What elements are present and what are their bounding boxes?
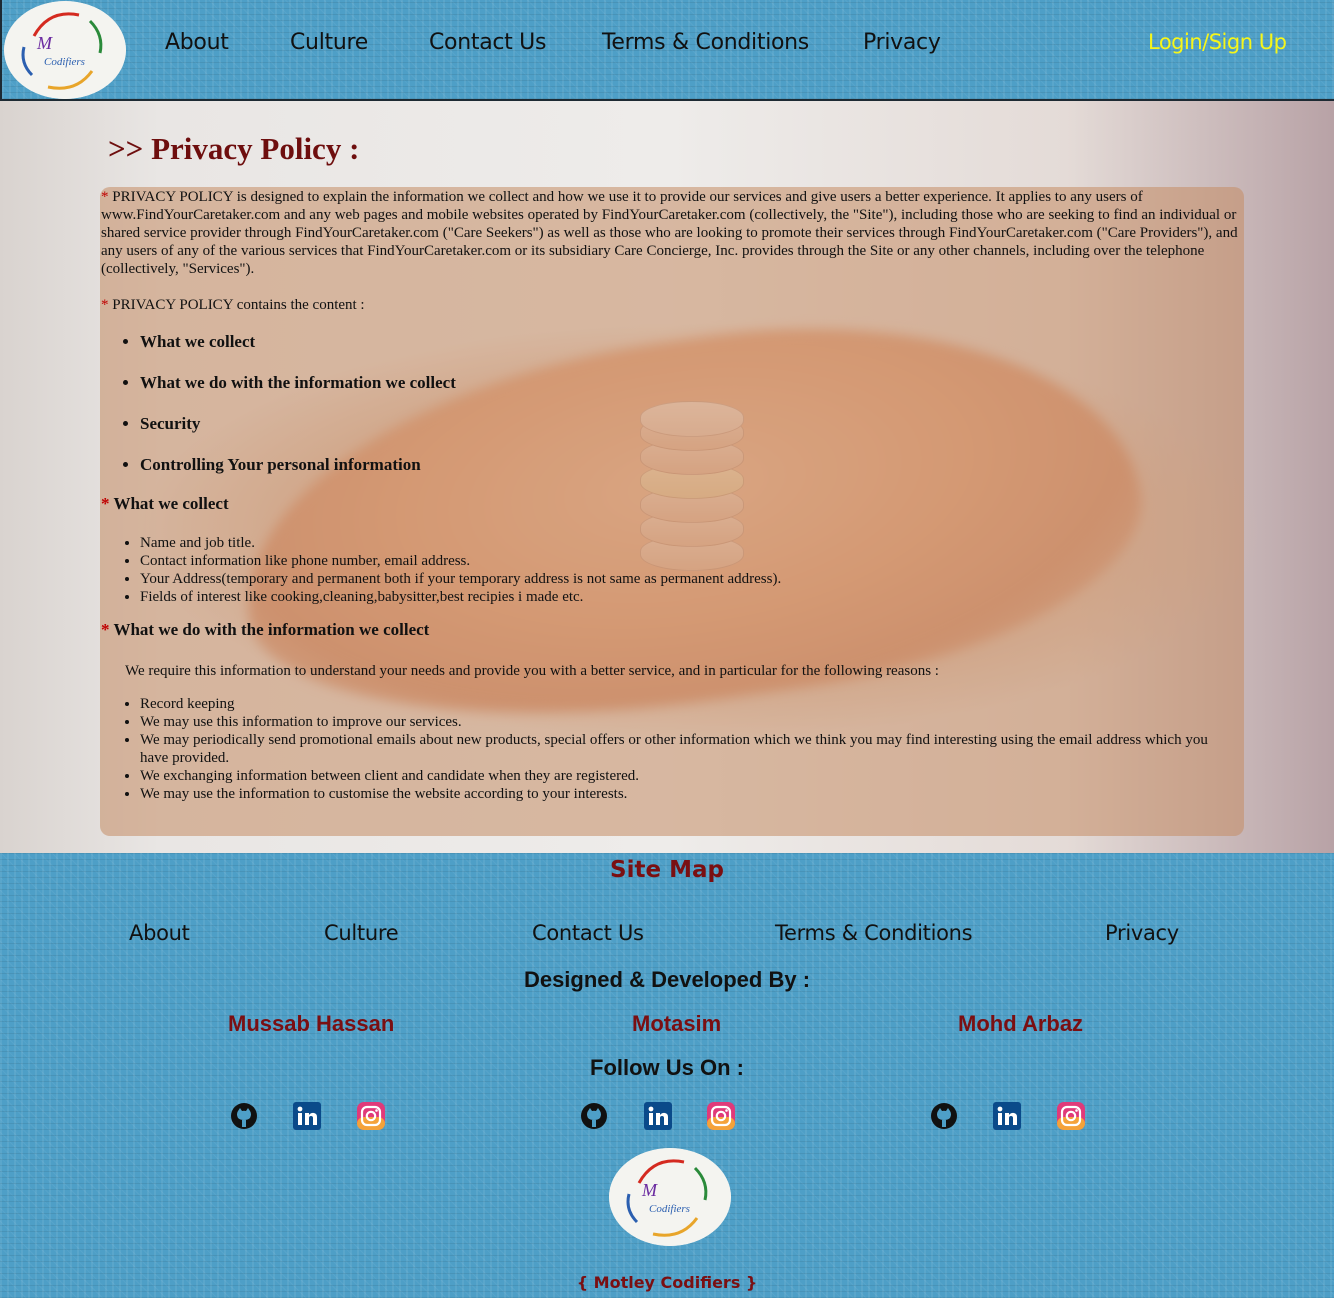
site-logo[interactable]: M Codifiers xyxy=(4,1,126,99)
list-item: We may use this information to improve o… xyxy=(140,713,1220,731)
svg-text:M: M xyxy=(36,33,53,53)
footer-link-terms-conditions[interactable]: Terms & Conditions xyxy=(775,921,973,945)
use-list: Record keeping We may use this informati… xyxy=(140,695,1220,803)
asterisk-marker: * xyxy=(101,297,109,313)
designed-by-heading: Designed & Developed By : xyxy=(523,967,811,992)
list-item: Fields of interest like cooking,cleaning… xyxy=(140,588,781,606)
instagram-icon[interactable] xyxy=(356,1101,386,1131)
topic-item: What we do with the information we colle… xyxy=(140,373,456,414)
github-icon[interactable] xyxy=(229,1101,259,1131)
svg-text:Codifiers: Codifiers xyxy=(44,56,85,68)
policy-contains: * PRIVACY POLICY contains the content : xyxy=(101,296,365,314)
footer-link-culture[interactable]: Culture xyxy=(324,921,399,945)
logo-mark-icon: M Codifiers xyxy=(4,1,126,99)
nav-privacy[interactable]: Privacy xyxy=(863,30,941,55)
topic-item: Security xyxy=(140,414,456,455)
policy-intro-text: PRIVACY POLICY is designed to explain th… xyxy=(101,189,1238,277)
nav-contact-us[interactable]: Contact Us xyxy=(429,30,546,55)
topic-item: What we collect xyxy=(140,332,456,373)
linkedin-icon[interactable] xyxy=(992,1101,1022,1131)
instagram-icon[interactable] xyxy=(706,1101,736,1131)
login-signup-link[interactable]: Login/Sign Up xyxy=(1148,30,1287,54)
sitemap-title: Site Map xyxy=(610,857,724,883)
site-footer: Site Map About Culture Contact Us Terms … xyxy=(0,853,1334,1298)
asterisk-marker: * xyxy=(101,189,109,205)
list-item: Contact information like phone number, e… xyxy=(140,552,781,570)
page-title: >> Privacy Policy : xyxy=(108,131,360,166)
nav-culture[interactable]: Culture xyxy=(290,30,368,55)
section-title-collect: * What we collect xyxy=(101,494,229,513)
list-item: We may use the information to customise … xyxy=(140,785,1220,803)
list-item: Record keeping xyxy=(140,695,1220,713)
footer-link-privacy[interactable]: Privacy xyxy=(1105,921,1179,945)
footer-link-contact-us[interactable]: Contact Us xyxy=(532,921,644,945)
github-icon[interactable] xyxy=(929,1101,959,1131)
topic-list: What we collect What we do with the info… xyxy=(140,332,456,496)
list-item: Name and job title. xyxy=(140,534,781,552)
svg-text:M: M xyxy=(641,1180,658,1200)
section-title-use: * What we do with the information we col… xyxy=(101,620,430,639)
list-item: We may periodically send promotional ema… xyxy=(140,731,1220,767)
brand-name: { Motley Codifiers } xyxy=(576,1273,758,1292)
topic-item: Controlling Your personal information xyxy=(140,455,456,496)
logo-mark-icon: M Codifiers xyxy=(609,1148,731,1246)
footer-logo[interactable]: M Codifiers xyxy=(609,1148,731,1246)
collect-list: Name and job title. Contact information … xyxy=(140,534,781,606)
footer-link-about[interactable]: About xyxy=(129,921,190,945)
nav-about[interactable]: About xyxy=(165,30,229,55)
linkedin-icon[interactable] xyxy=(292,1101,322,1131)
follow-us-heading: Follow Us On : xyxy=(590,1055,744,1080)
list-item: Your Address(temporary and permanent bot… xyxy=(140,570,781,588)
policy-intro: * PRIVACY POLICY is designed to explain … xyxy=(101,188,1243,278)
linkedin-icon[interactable] xyxy=(643,1101,673,1131)
developer-name: Mohd Arbaz xyxy=(958,1011,1084,1036)
github-icon[interactable] xyxy=(579,1101,609,1131)
developer-name: Motasim xyxy=(632,1011,722,1036)
nav-terms-conditions[interactable]: Terms & Conditions xyxy=(602,30,809,55)
instagram-icon[interactable] xyxy=(1056,1101,1086,1131)
policy-contains-text: PRIVACY POLICY contains the content : xyxy=(112,297,365,313)
use-intro-text: We require this information to understan… xyxy=(125,663,939,679)
svg-text:Codifiers: Codifiers xyxy=(649,1203,690,1215)
privacy-policy-box: * PRIVACY POLICY is designed to explain … xyxy=(100,187,1244,836)
developer-name: Mussab Hassan xyxy=(228,1011,395,1036)
site-header: M Codifiers About Culture Contact Us Ter… xyxy=(0,0,1334,101)
list-item: We exchanging information between client… xyxy=(140,767,1220,785)
